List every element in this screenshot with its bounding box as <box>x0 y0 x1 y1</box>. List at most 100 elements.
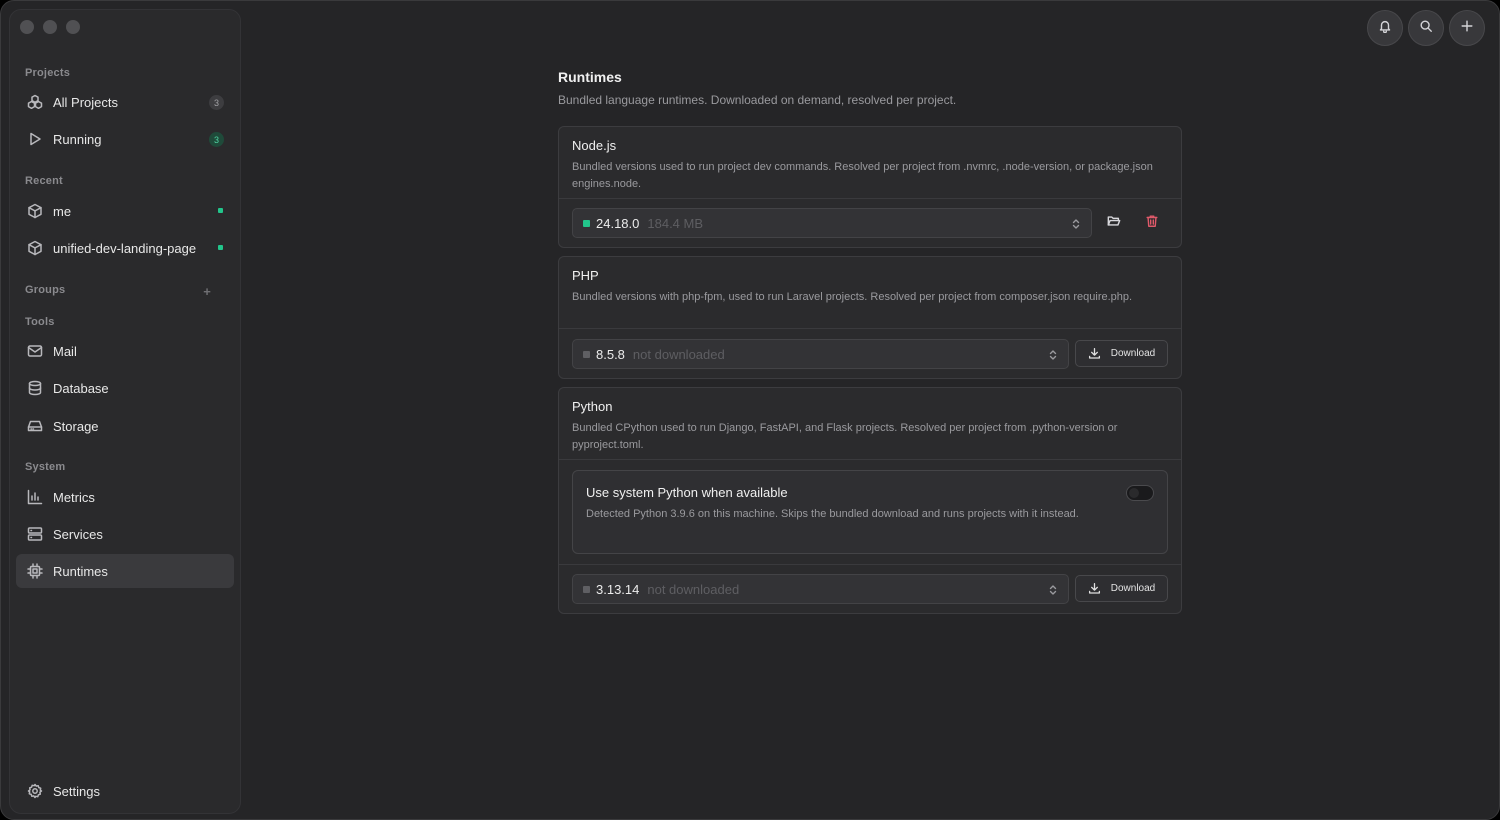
projects-icon <box>26 93 44 111</box>
runtime-description: Bundled CPython used to run Django, Fast… <box>572 422 1118 451</box>
version-size: 184.4 MB <box>647 215 704 231</box>
gear-icon <box>26 782 44 800</box>
bell-icon <box>1378 19 1392 38</box>
version-value: 8.5.8 <box>596 346 625 362</box>
sidebar-item-recent-me[interactable]: me <box>16 194 234 228</box>
bar-chart-icon <box>26 488 44 506</box>
chevron-up-down-icon <box>1048 348 1058 360</box>
sidebar-item-all-projects[interactable]: All Projects 3 <box>16 85 234 119</box>
search-button[interactable] <box>1408 10 1444 46</box>
app-window: Projects All Projects 3 Running 3 Recent… <box>0 0 1500 820</box>
sidebar-item-label: Runtimes <box>53 563 108 579</box>
sidebar-item-label: me <box>53 203 72 219</box>
package-icon <box>26 239 44 257</box>
sidebar-item-label: Running <box>53 131 102 147</box>
server-icon <box>26 525 44 543</box>
version-value: 24.18.0 <box>596 215 640 231</box>
section-label-projects: Projects <box>25 67 71 79</box>
system-python-title: Use system Python when available <box>586 485 788 500</box>
download-label: Download <box>1110 348 1156 359</box>
php-download-button[interactable]: Download <box>1075 340 1168 367</box>
chevron-up-down-icon <box>1071 217 1081 229</box>
php-version-select[interactable]: 8.5.8 not downloaded <box>572 339 1069 369</box>
zoom-window-button[interactable] <box>66 20 80 34</box>
section-label-groups: Groups + <box>25 284 227 299</box>
version-status: not downloaded <box>632 346 725 362</box>
download-icon <box>1088 582 1111 595</box>
runtime-title: Python <box>572 399 613 414</box>
toggle-knob <box>1129 488 1139 498</box>
mail-icon <box>26 342 44 360</box>
section-label-recent: Recent <box>25 175 63 187</box>
sidebar-item-running[interactable]: Running 3 <box>16 122 234 156</box>
package-icon <box>26 202 44 220</box>
sidebar-item-label: unified-dev-landing-page <box>53 240 197 256</box>
runtime-description: Bundled versions used to run project dev… <box>572 161 1153 190</box>
minimize-window-button[interactable] <box>43 20 57 34</box>
divider <box>559 564 1181 565</box>
system-python-option: Use system Python when available Detecte… <box>572 470 1168 554</box>
sidebar-item-runtimes[interactable]: Runtimes <box>16 554 234 588</box>
section-label-system: System <box>25 461 66 473</box>
not-installed-status-dot <box>583 585 590 593</box>
runtime-card-python: Python Bundled CPython used to run Djang… <box>558 387 1182 614</box>
cpu-icon <box>26 562 44 580</box>
open-folder-button[interactable] <box>1101 210 1127 236</box>
database-icon <box>26 379 44 397</box>
version-status: not downloaded <box>647 581 740 597</box>
sidebar-item-services[interactable]: Services <box>16 517 234 551</box>
python-version-select[interactable]: 3.13.14 not downloaded <box>572 574 1069 604</box>
divider <box>559 459 1181 460</box>
installed-status-dot <box>583 219 590 227</box>
runtime-title: Node.js <box>572 138 617 153</box>
chevron-up-down-icon <box>1048 583 1058 595</box>
download-icon <box>1088 347 1111 360</box>
page-subtitle: Bundled language runtimes. Downloaded on… <box>558 93 957 107</box>
window-controls <box>20 20 80 34</box>
sidebar-item-label: Mail <box>53 343 77 359</box>
sidebar-item-storage[interactable]: Storage <box>16 409 234 443</box>
version-value: 3.13.14 <box>596 581 640 597</box>
sidebar-item-label: Services <box>53 526 103 542</box>
sidebar-item-label: Settings <box>53 783 100 799</box>
running-status-dot <box>218 208 223 213</box>
page-title: Runtimes <box>558 69 622 85</box>
sidebar-item-recent-unified-dev-landing-page[interactable]: unified-dev-landing-page <box>16 231 234 265</box>
download-label: Download <box>1110 583 1156 594</box>
sidebar-item-label: Metrics <box>53 489 95 505</box>
add-button[interactable] <box>1449 10 1485 46</box>
system-python-description: Detected Python 3.9.6 on this machine. S… <box>586 508 1079 520</box>
section-label-tools: Tools <box>25 316 55 328</box>
delete-runtime-button[interactable] <box>1139 210 1165 236</box>
python-download-button[interactable]: Download <box>1075 575 1168 602</box>
play-icon <box>26 130 44 148</box>
use-system-python-toggle[interactable] <box>1126 485 1154 501</box>
notifications-button[interactable] <box>1367 10 1403 46</box>
node-version-select[interactable]: 24.18.0 184.4 MB <box>572 208 1092 238</box>
trash-icon <box>1145 214 1159 233</box>
sidebar-item-label: Storage <box>53 418 99 434</box>
divider <box>559 198 1181 199</box>
sidebar-item-label: All Projects <box>53 94 119 110</box>
sidebar-item-label: Database <box>53 380 109 396</box>
search-icon <box>1419 19 1433 38</box>
runtime-card-php: PHP Bundled versions with php-fpm, used … <box>558 256 1182 379</box>
runtime-title: PHP <box>572 268 599 283</box>
sidebar-item-settings[interactable]: Settings <box>16 774 234 808</box>
not-installed-status-dot <box>583 350 590 358</box>
sidebar-item-metrics[interactable]: Metrics <box>16 480 234 514</box>
plus-icon <box>1460 19 1474 38</box>
sidebar: Projects All Projects 3 Running 3 Recent… <box>9 9 241 814</box>
running-count-badge: 3 <box>209 132 224 147</box>
count-badge: 3 <box>209 95 224 110</box>
hard-drive-icon <box>26 417 44 435</box>
close-window-button[interactable] <box>20 20 34 34</box>
divider <box>559 328 1181 329</box>
sidebar-item-mail[interactable]: Mail <box>16 334 234 368</box>
runtime-description: Bundled versions with php-fpm, used to r… <box>572 291 1133 303</box>
sidebar-item-database[interactable]: Database <box>16 371 234 405</box>
add-group-button[interactable]: + <box>203 284 211 299</box>
running-status-dot <box>218 245 223 250</box>
groups-label-text: Groups <box>25 284 66 296</box>
folder-open-icon <box>1107 214 1121 233</box>
